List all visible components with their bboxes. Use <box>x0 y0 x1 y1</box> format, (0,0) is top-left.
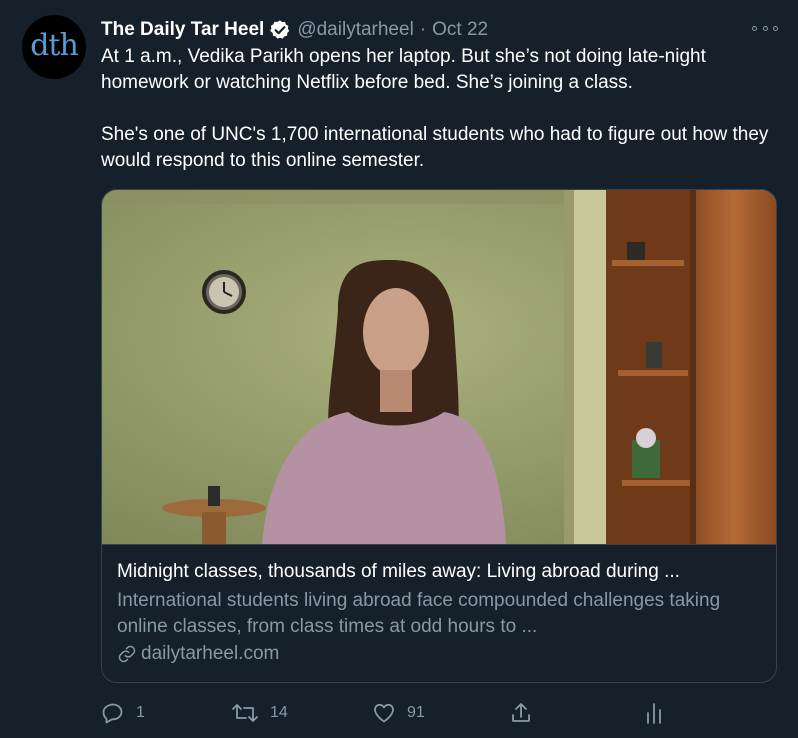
share-icon <box>512 703 530 722</box>
like-button[interactable]: 91 <box>372 700 425 726</box>
separator-dot: · <box>419 19 427 40</box>
verified-badge-icon <box>270 20 290 39</box>
retweet-icon <box>232 704 258 722</box>
card-domain-text: dailytarheel.com <box>141 643 280 664</box>
article-photo <box>102 190 776 544</box>
card-domain[interactable]: dailytarheel.com <box>117 643 279 665</box>
card-divider <box>102 544 776 545</box>
more-options-icon[interactable] <box>752 20 778 36</box>
tweet-text: At 1 a.m., Vedika Parikh opens her lapto… <box>101 44 781 174</box>
author-handle[interactable]: @dailytarheel <box>297 19 413 41</box>
heart-icon <box>374 703 394 723</box>
tweet-date[interactable]: Oct 22 <box>432 19 488 41</box>
tweet[interactable]: dth The Daily Tar Heel @dailytarheel · O… <box>0 0 798 738</box>
tweet-paragraph: She's one of UNC's 1,700 international s… <box>101 124 769 171</box>
more-dot <box>773 25 778 31</box>
avatar[interactable]: dth <box>22 15 86 79</box>
reply-icon <box>102 703 123 724</box>
tweet-header: The Daily Tar Heel @dailytarheel · Oct 2… <box>101 17 488 43</box>
retweet-button[interactable]: 14 <box>231 700 288 726</box>
share-button[interactable] <box>509 700 544 726</box>
author-name[interactable]: The Daily Tar Heel <box>101 19 264 41</box>
tweet-paragraph: At 1 a.m., Vedika Parikh opens her lapto… <box>101 46 706 93</box>
reply-button[interactable]: 1 <box>101 700 145 726</box>
card-title[interactable]: Midnight classes, thousands of miles awa… <box>117 561 762 583</box>
retweet-count: 14 <box>270 704 288 721</box>
more-dot <box>752 25 757 31</box>
like-count: 91 <box>407 704 425 721</box>
link-preview-card[interactable]: Midnight classes, thousands of miles awa… <box>101 189 777 683</box>
action-bar: 1 14 91 <box>101 700 781 726</box>
avatar-logo-text: dth <box>30 27 79 63</box>
analytics-button[interactable] <box>643 700 676 726</box>
analytics-icon <box>647 703 661 724</box>
reply-count: 1 <box>136 704 145 721</box>
more-dot <box>762 25 768 31</box>
card-description: International students living abroad fac… <box>117 590 721 637</box>
link-icon <box>118 645 136 663</box>
